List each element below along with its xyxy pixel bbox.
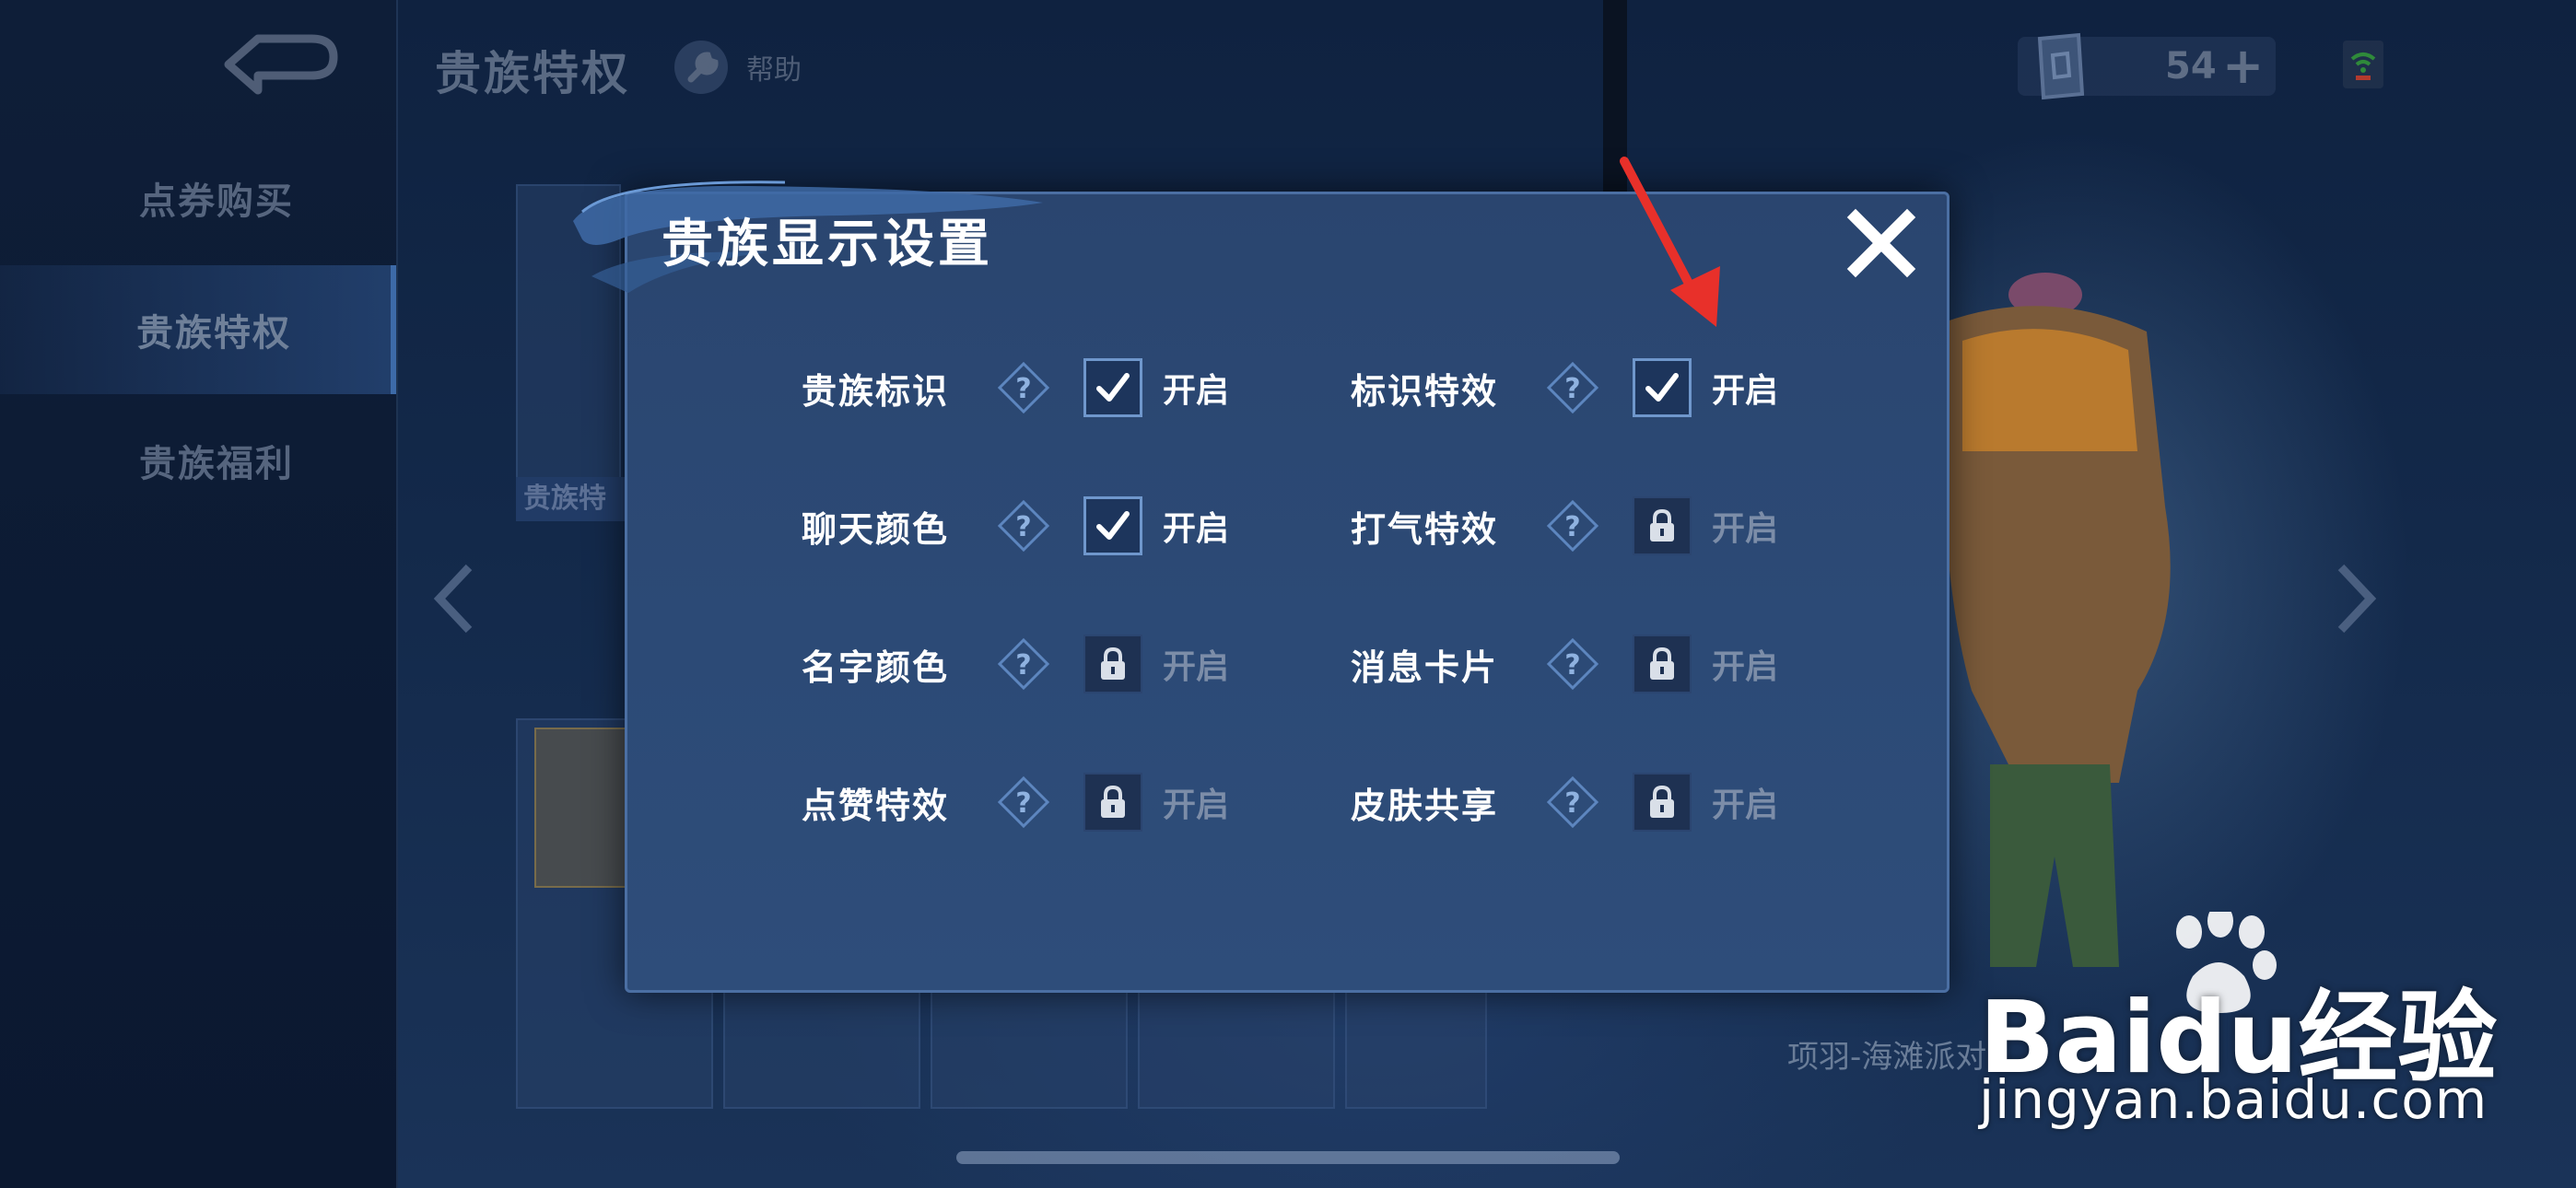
background-card: [931, 976, 1128, 1109]
option-state-label: 开启: [1163, 786, 1230, 824]
help-question-icon[interactable]: ?: [1546, 775, 1599, 829]
svg-text:?: ?: [1015, 649, 1031, 681]
sidebar-item-label: 点券购买: [139, 181, 294, 223]
lock-icon: [1101, 785, 1125, 818]
help-question-icon[interactable]: ?: [1546, 499, 1599, 553]
annotation-arrow: [1620, 157, 1720, 327]
svg-text:?: ?: [1015, 373, 1031, 405]
lock-icon: [1650, 785, 1674, 818]
help-question-icon[interactable]: ?: [997, 499, 1050, 553]
option-state-label: 开启: [1712, 648, 1779, 686]
page-title: 贵族特权: [435, 47, 630, 100]
option-state-label: 开启: [1163, 372, 1230, 410]
help-button[interactable]: 帮助: [673, 35, 802, 99]
help-label: 帮助: [746, 54, 802, 87]
sidebar-item-coupon-purchase[interactable]: 点券购买: [0, 134, 396, 262]
help-question-icon[interactable]: ?: [1546, 361, 1599, 414]
background-card: [1138, 976, 1335, 1109]
option-label: 贵族标识: [802, 370, 950, 412]
option-row: 名字颜色? 开启: [802, 627, 1229, 701]
lock-icon: [1650, 508, 1674, 542]
background-tag: 贵族特: [516, 477, 634, 521]
checkmark-icon: [1645, 373, 1679, 402]
locked-checkbox[interactable]: [1633, 773, 1692, 832]
svg-text:?: ?: [1564, 649, 1580, 681]
close-icon[interactable]: [1843, 204, 1920, 282]
option-state-label: 开启: [1712, 786, 1779, 824]
dialog-title: 贵族显示设置: [662, 215, 993, 274]
locked-checkbox[interactable]: [1633, 635, 1692, 693]
currency-amount: 54: [2165, 45, 2217, 87]
help-question-icon[interactable]: ?: [997, 361, 1050, 414]
checkmark-icon: [1096, 511, 1130, 540]
svg-text:?: ?: [1564, 511, 1580, 543]
sidebar: 点券购买 贵族特权 贵族福利: [0, 0, 398, 1188]
signal-icon: [2343, 41, 2383, 88]
checkbox[interactable]: [1633, 358, 1692, 417]
option-label: 打气特效: [1351, 508, 1499, 550]
option-row: 标识特效? 开启: [1351, 351, 1778, 425]
coupon-icon: [2037, 32, 2085, 100]
sidebar-item-noble-benefits[interactable]: 贵族福利: [0, 396, 396, 525]
checkbox[interactable]: [1083, 358, 1142, 417]
back-arrow-icon[interactable]: [221, 28, 341, 101]
option-label: 皮肤共享: [1351, 785, 1499, 826]
help-question-icon[interactable]: ?: [997, 775, 1050, 829]
option-row: 贵族标识? 开启: [802, 351, 1229, 425]
sidebar-item-label: 贵族特权: [136, 312, 291, 355]
option-label: 标识特效: [1351, 370, 1499, 412]
svg-text:?: ?: [1564, 787, 1580, 820]
option-row: 点赞特效? 开启: [802, 765, 1229, 839]
sidebar-item-noble-privileges[interactable]: 贵族特权: [0, 265, 396, 394]
background-card: [723, 976, 920, 1109]
option-row: 皮肤共享? 开启: [1351, 765, 1778, 839]
option-state-label: 开启: [1163, 510, 1230, 548]
option-label: 名字颜色: [802, 646, 950, 688]
lock-icon: [1101, 646, 1125, 680]
help-question-icon[interactable]: ?: [997, 637, 1050, 691]
svg-text:?: ?: [1015, 787, 1031, 820]
option-row: 消息卡片? 开启: [1351, 627, 1778, 701]
skin-thumbnail: [534, 728, 630, 888]
svg-text:?: ?: [1015, 511, 1031, 543]
option-row: 聊天颜色? 开启: [802, 489, 1229, 563]
wrench-icon: [674, 41, 728, 94]
svg-text:?: ?: [1564, 373, 1580, 405]
option-label: 消息卡片: [1351, 646, 1499, 688]
checkbox[interactable]: [1083, 496, 1142, 555]
lock-icon: [1650, 646, 1674, 680]
hero-skin-name: 项羽-海滩派对: [1787, 1039, 1987, 1076]
option-label: 聊天颜色: [802, 508, 950, 550]
option-label: 点赞特效: [802, 785, 950, 826]
checkmark-icon: [1096, 373, 1130, 402]
option-state-label: 开启: [1712, 510, 1779, 548]
option-state-label: 开启: [1712, 372, 1779, 410]
chevron-right-icon[interactable]: [2326, 562, 2382, 635]
add-currency-button[interactable]: +: [2222, 41, 2264, 92]
option-state-label: 开启: [1163, 648, 1230, 686]
watermark-url: jingyan.baidu.com: [1979, 1068, 2488, 1131]
sidebar-item-label: 贵族福利: [139, 443, 294, 485]
chevron-left-icon[interactable]: [428, 562, 484, 635]
currency-display: 54 +: [2018, 32, 2276, 100]
locked-checkbox[interactable]: [1083, 635, 1142, 693]
help-question-icon[interactable]: ?: [1546, 637, 1599, 691]
background-card: [1345, 976, 1487, 1109]
locked-checkbox[interactable]: [1633, 496, 1692, 555]
option-row: 打气特效? 开启: [1351, 489, 1778, 563]
locked-checkbox[interactable]: [1083, 773, 1142, 832]
home-indicator[interactable]: [956, 1151, 1620, 1164]
